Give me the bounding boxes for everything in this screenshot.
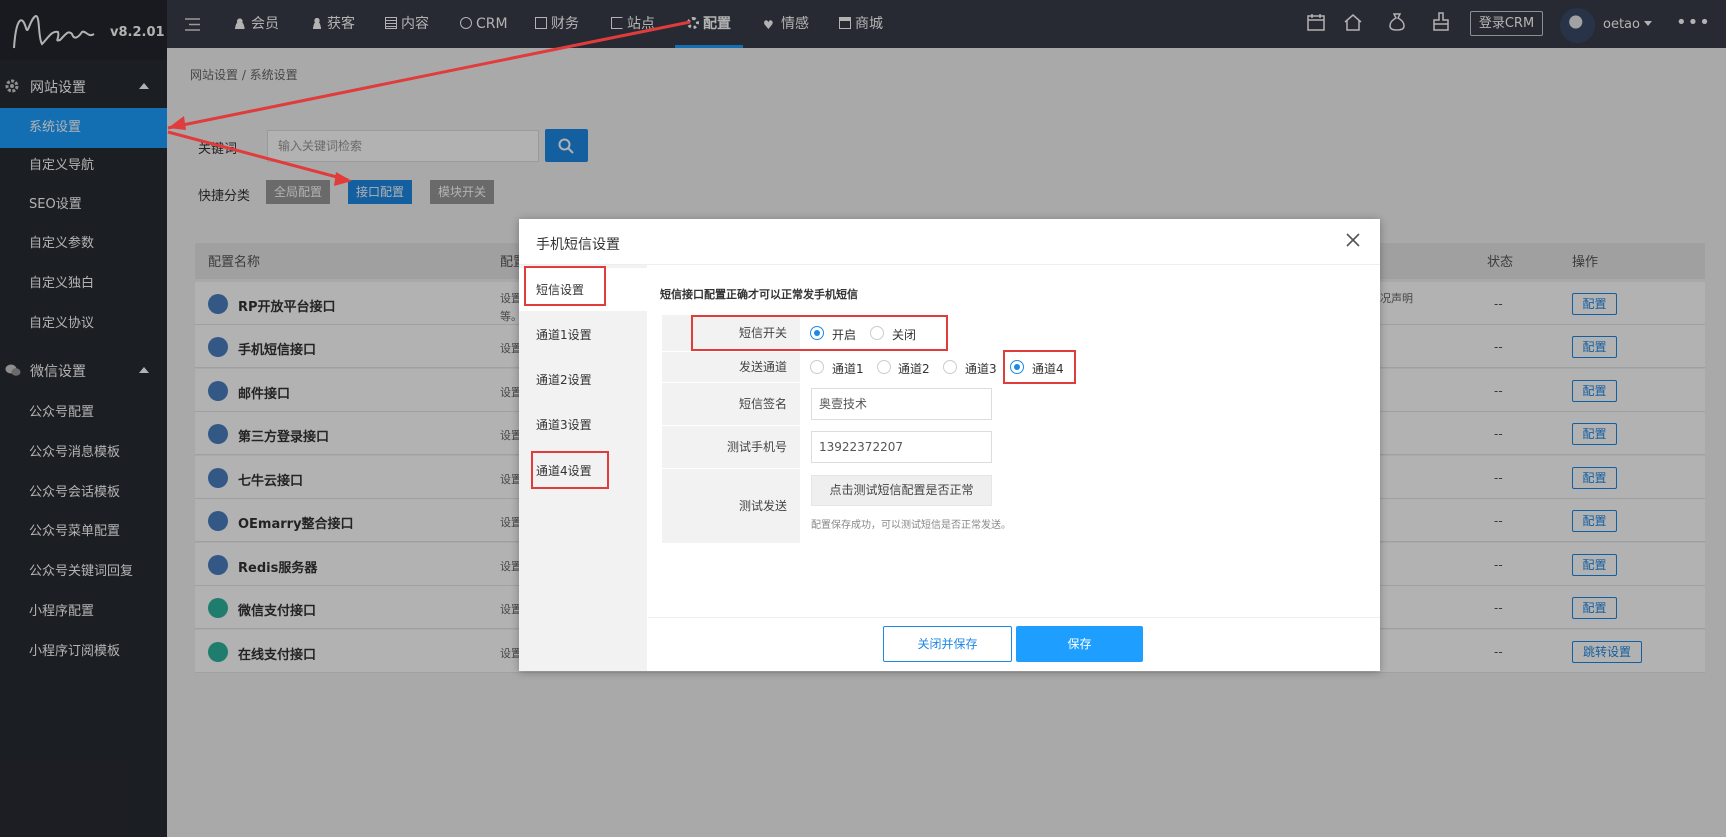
annotation-arrows [167,20,691,186]
